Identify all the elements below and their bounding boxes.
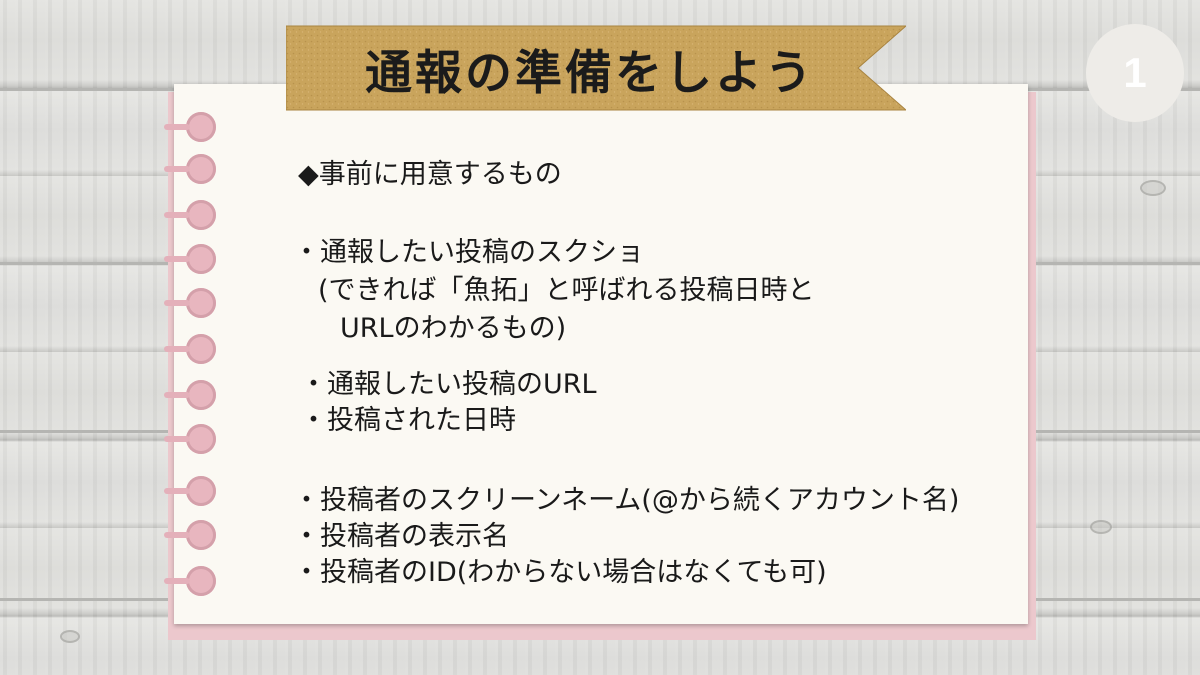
list-item-screen-name: ・投稿者のスクリーンネーム(@から続くアカウント名): [293, 485, 960, 516]
spiral-ring: [164, 334, 216, 364]
title-banner: 通報の準備をしよう: [286, 22, 906, 114]
list-item-screenshot: ・通報したい投稿のスクショ: [293, 237, 644, 268]
spiral-ring: [164, 476, 216, 506]
wood-knot: [60, 630, 80, 643]
spiral-ring: [164, 200, 216, 230]
section-heading: ◆事前に用意するもの: [298, 159, 562, 190]
spiral-ring: [164, 244, 216, 274]
list-item-note: (できれば「魚拓」と呼ばれる投稿日時と: [318, 275, 815, 306]
spiral-ring: [164, 112, 216, 142]
list-item-user-id: ・投稿者のID(わからない場合はなくても可): [293, 557, 827, 588]
spiral-ring: [164, 380, 216, 410]
wood-knot: [1090, 520, 1112, 534]
list-item-note: URLのわかるもの): [340, 313, 567, 344]
wood-knot: [1140, 180, 1166, 196]
spiral-ring: [164, 520, 216, 550]
list-item-url: ・通報したい投稿のURL: [300, 369, 597, 400]
page-title: 通報の準備をしよう: [365, 45, 815, 101]
spiral-ring: [164, 154, 216, 184]
list-item-datetime: ・投稿された日時: [300, 405, 516, 436]
spiral-ring: [164, 288, 216, 318]
spiral-ring: [164, 424, 216, 454]
page-number-badge: 1: [1086, 24, 1184, 122]
spiral-ring: [164, 566, 216, 596]
list-item-display-name: ・投稿者の表示名: [293, 521, 509, 552]
